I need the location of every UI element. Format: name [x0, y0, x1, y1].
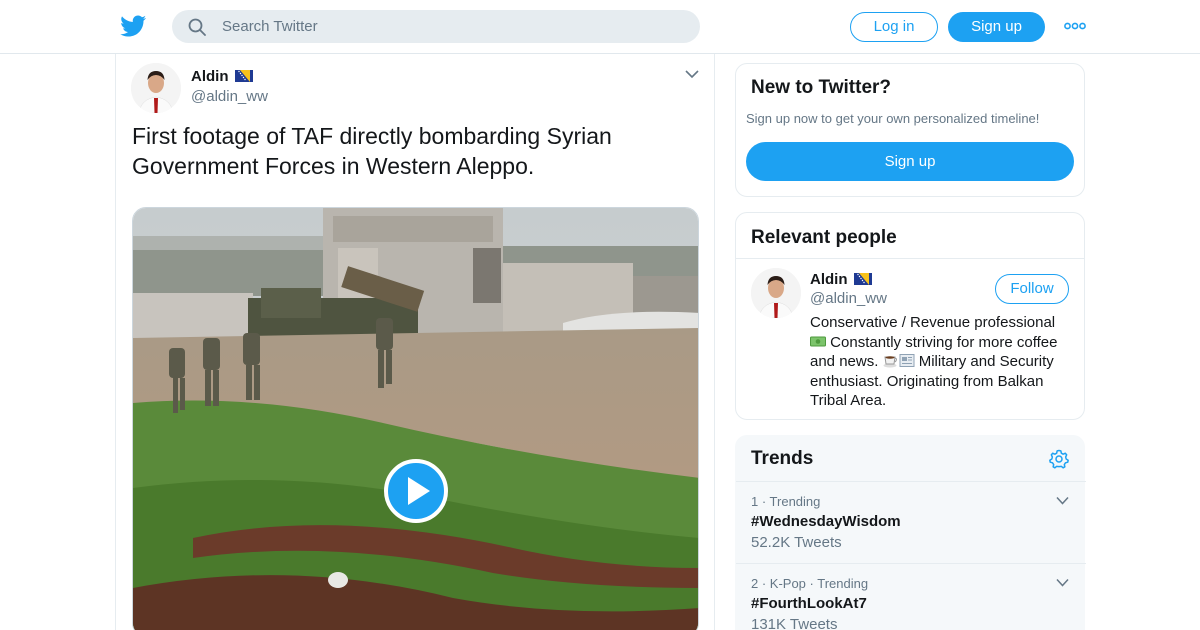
- author-name[interactable]: Aldin: [191, 68, 253, 85]
- trend-hashtag[interactable]: #FourthLookAt7: [751, 595, 867, 612]
- bio-line-1: Conservative / Revenue professional: [810, 314, 1056, 331]
- tweet-column: Aldin @aldin_ww First footage of TAF dir…: [115, 54, 715, 630]
- trend-item[interactable]: 2 · K-Pop · Trending #FourthLookAt7 131K…: [736, 563, 1086, 630]
- tweet-menu-chevron-down-icon[interactable]: [685, 69, 699, 79]
- video-thumbnail: [133, 208, 698, 630]
- top-navigation-bar: Log in Sign up: [0, 0, 1200, 54]
- divider: [736, 258, 1084, 259]
- chevron-down-icon[interactable]: [1056, 496, 1069, 505]
- relevant-people-card: Relevant people Aldin @aldin_ww Follow C…: [735, 212, 1085, 420]
- search-input[interactable]: [222, 10, 682, 43]
- trend-tweet-count: 52.2K Tweets: [751, 534, 842, 551]
- author-handle[interactable]: @aldin_ww: [191, 88, 268, 105]
- relevant-person-avatar[interactable]: [751, 268, 801, 318]
- trend-tweet-count: 131K Tweets: [751, 616, 838, 630]
- chevron-down-icon[interactable]: [1056, 578, 1069, 587]
- relevant-people-heading: Relevant people: [751, 227, 897, 248]
- play-video-button-icon[interactable]: [383, 458, 449, 524]
- author-avatar[interactable]: [131, 63, 181, 113]
- new-to-twitter-heading: New to Twitter?: [751, 77, 892, 98]
- more-options-icon[interactable]: [1064, 18, 1086, 34]
- twitter-logo-icon[interactable]: [120, 13, 147, 39]
- signup-button[interactable]: Sign up: [948, 12, 1045, 42]
- relevant-person-bio: Conservative / Revenue professional Cons…: [810, 313, 1072, 411]
- trends-card: Trends 1 · Trending #WednesdayWisdom 52.…: [735, 435, 1086, 630]
- new-to-twitter-subtext: Sign up now to get your own personalized…: [746, 111, 1040, 126]
- author-name-text[interactable]: Aldin: [191, 68, 229, 85]
- gear-icon[interactable]: [1049, 449, 1069, 469]
- sidebar-signup-button[interactable]: Sign up: [746, 142, 1074, 181]
- search-icon: [188, 18, 206, 36]
- trend-item[interactable]: 1 · Trending #WednesdayWisdom 52.2K Twee…: [736, 481, 1086, 563]
- coffee-emoji-icon: [883, 356, 897, 368]
- trend-hashtag[interactable]: #WednesdayWisdom: [751, 513, 901, 530]
- search-bar[interactable]: [172, 10, 700, 43]
- relevant-person-name[interactable]: Aldin: [810, 271, 872, 288]
- bosnia-flag-icon: [853, 273, 872, 285]
- trend-meta: 1 · Trending: [751, 494, 821, 509]
- newspaper-emoji-icon: [899, 354, 915, 367]
- follow-button[interactable]: Follow: [995, 274, 1069, 304]
- trends-heading: Trends: [751, 448, 814, 469]
- login-button[interactable]: Log in: [850, 12, 938, 42]
- trend-meta: 2 · K-Pop · Trending: [751, 576, 869, 591]
- tweet-video[interactable]: [132, 207, 699, 630]
- money-emoji-icon: [810, 336, 826, 346]
- relevant-person-name-text[interactable]: Aldin: [810, 271, 848, 288]
- bosnia-flag-icon: [234, 70, 253, 82]
- new-to-twitter-card: New to Twitter? Sign up now to get your …: [735, 63, 1085, 197]
- relevant-person-handle[interactable]: @aldin_ww: [810, 290, 887, 307]
- tweet-text: First footage of TAF directly bombarding…: [132, 123, 612, 179]
